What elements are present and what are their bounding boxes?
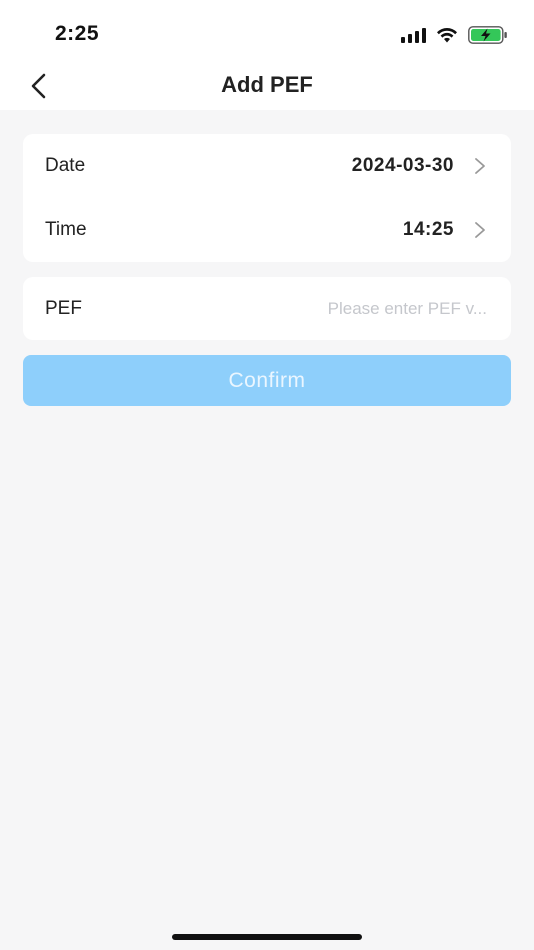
datetime-card: Date 2024-03-30 Time 14:25 <box>23 134 511 262</box>
pef-card: PEF <box>23 277 511 340</box>
date-label: Date <box>45 155 86 176</box>
pef-label: PEF <box>45 297 82 319</box>
date-value: 2024-03-30 <box>351 155 454 176</box>
date-row[interactable]: Date 2024-03-30 <box>23 134 511 198</box>
battery-charging-icon <box>468 26 507 44</box>
wifi-icon <box>437 27 457 43</box>
page-title: Add PEF <box>221 72 313 97</box>
time-value: 14:25 <box>402 219 454 240</box>
confirm-button[interactable]: Confirm <box>23 355 511 406</box>
time-label: Time <box>45 219 87 240</box>
time-row[interactable]: Time 14:25 <box>23 198 511 262</box>
nav-bar: Add PEF <box>0 62 534 110</box>
status-time: 2:25 <box>55 22 100 45</box>
home-indicator <box>172 934 362 940</box>
add-pef-screen: 2:25 Add PEF Date 2024-03-30 Time 14:25 … <box>0 0 534 950</box>
status-icons <box>401 24 508 46</box>
cellular-signal-icon <box>401 27 426 43</box>
pef-input[interactable] <box>287 293 487 324</box>
status-bar: 2:25 <box>0 0 534 62</box>
chevron-right-icon <box>475 158 485 174</box>
pef-row: PEF <box>23 277 511 340</box>
chevron-right-icon <box>475 222 485 238</box>
